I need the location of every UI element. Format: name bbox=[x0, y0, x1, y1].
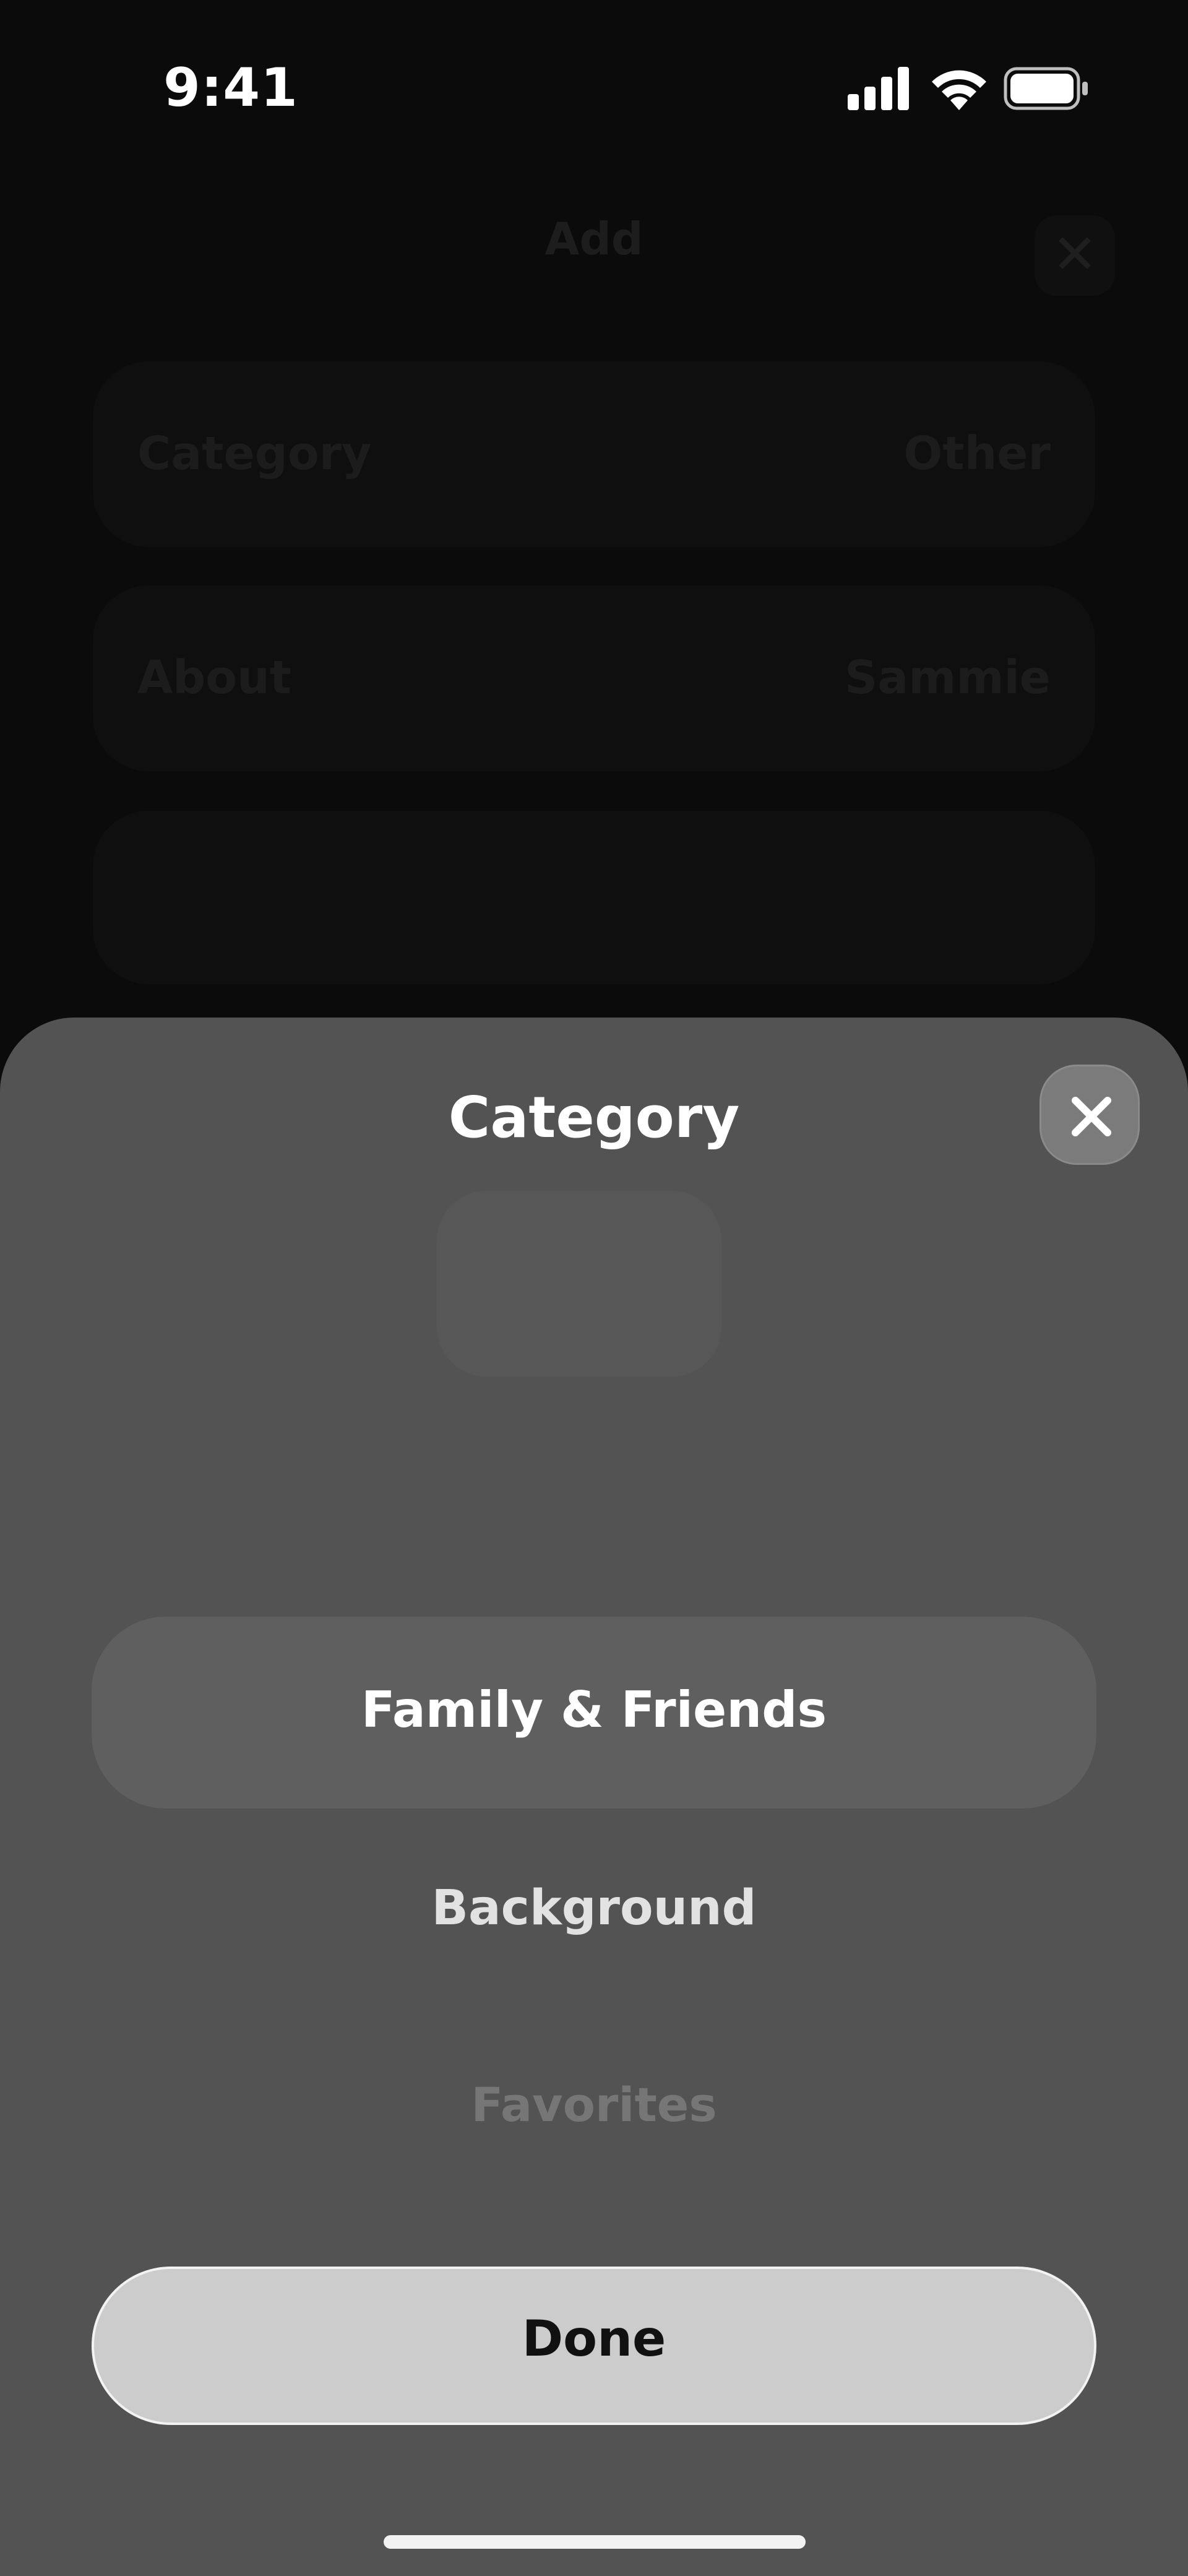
battery-icon bbox=[1004, 67, 1088, 110]
category-sheet: Category Family & Friends Background Fav… bbox=[0, 1018, 1188, 2576]
status-icons bbox=[848, 67, 1089, 114]
home-indicator[interactable] bbox=[384, 2535, 806, 2549]
background-row-value: Sammie bbox=[845, 651, 1051, 704]
background-row-category: Category Other bbox=[93, 361, 1095, 547]
close-icon bbox=[1072, 1097, 1111, 1136]
screen: 9:41 Add ✕ Category Other About Sammie C… bbox=[0, 0, 1188, 2576]
sheet-title: Category bbox=[448, 1084, 740, 1151]
done-button-label: Done bbox=[522, 2310, 666, 2367]
background-row-value: Other bbox=[903, 427, 1051, 480]
ghost-shape bbox=[437, 1191, 721, 1377]
done-button[interactable]: Done bbox=[92, 2267, 1096, 2425]
background-row-label: About bbox=[137, 651, 292, 704]
close-icon: ✕ bbox=[1035, 215, 1115, 296]
sheet-close-button[interactable] bbox=[1040, 1065, 1140, 1165]
cellular-signal-icon bbox=[848, 67, 909, 110]
background-row-about: About Sammie bbox=[93, 586, 1095, 771]
picker-option-family-friends[interactable]: Family & Friends bbox=[0, 1681, 1188, 1739]
background-page-title: Add bbox=[544, 213, 644, 265]
status-time: 9:41 bbox=[163, 57, 298, 119]
picker-option-favorites[interactable]: Favorites bbox=[0, 2077, 1188, 2132]
wifi-icon bbox=[932, 70, 986, 110]
picker-option-background[interactable]: Background bbox=[0, 1880, 1188, 1936]
background-row-label: Category bbox=[137, 427, 372, 480]
background-row-empty bbox=[93, 811, 1095, 984]
